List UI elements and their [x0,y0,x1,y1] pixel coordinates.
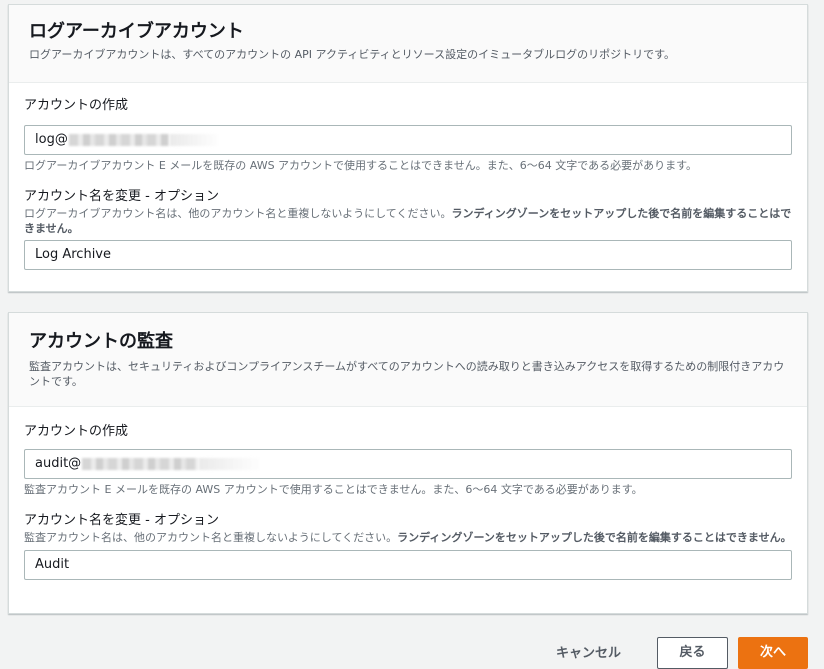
cancel-button[interactable]: キャンセル [548,638,629,665]
audit-panel: アカウントの監査 監査アカウントは、セキュリティおよびコンプライアンスチームがす… [8,312,808,614]
log-archive-header: ログアーカイブアカウント ログアーカイブアカウントは、すべてのアカウントの AP… [9,5,807,83]
audit-body: アカウントの作成 audit@ 監査アカウント E メールを既存の AWS アカ… [9,423,807,580]
audit-email-input[interactable]: audit@ [24,449,792,479]
redacted-email-tail [169,133,218,146]
redacted-email-domain [82,457,199,470]
log-archive-name-value: Log Archive [35,247,111,262]
audit-email-value: audit@ [35,456,82,471]
log-archive-panel: ログアーカイブアカウント ログアーカイブアカウントは、すべてのアカウントの AP… [8,4,808,292]
log-archive-email-input[interactable]: log@ [24,125,792,155]
log-archive-name-input[interactable]: Log Archive [24,240,792,270]
audit-description: 監査アカウントは、セキュリティおよびコンプライアンスチームがすべてのアカウントへ… [29,360,785,388]
audit-email-label: アカウントの作成 [24,424,129,439]
log-archive-title: ログアーカイブアカウント [29,21,244,42]
log-archive-rename-hint: ログアーカイブアカウント名は、他のアカウント名と重複しないようにしてください。ラ… [24,207,792,235]
log-archive-email-label: アカウントの作成 [24,98,129,113]
redacted-email-tail [199,457,260,470]
log-archive-body: アカウントの作成 log@ ログアーカイブアカウント E メールを既存の AWS… [9,97,807,270]
audit-email-hint: 監査アカウント E メールを既存の AWS アカウントで使用することはできません… [24,483,643,496]
log-archive-description: ログアーカイブアカウントは、すべてのアカウントの API アクティビティとリソー… [29,48,676,61]
audit-title: アカウントの監査 [29,331,173,352]
audit-name-input[interactable]: Audit [24,550,792,580]
back-button[interactable]: 戻る [657,637,728,669]
audit-header: アカウントの監査 監査アカウントは、セキュリティおよびコンプライアンスチームがす… [9,313,807,407]
audit-rename-warning: ランディングゾーンをセットアップした後で名前を編集することはできません。 [397,531,792,544]
next-button[interactable]: 次へ [738,637,808,669]
audit-rename-hint: 監査アカウント名は、他のアカウント名と重複しないようにしてください。ランディング… [24,531,792,544]
log-archive-email-value: log@ [35,132,68,147]
redacted-email-domain [68,133,169,146]
audit-rename-label: アカウント名を変更 - オプション [24,513,219,528]
audit-name-value: Audit [35,557,70,572]
log-archive-rename-label: アカウント名を変更 - オプション [24,189,219,204]
log-archive-email-hint: ログアーカイブアカウント E メールを既存の AWS アカウントで使用することは… [24,159,698,172]
